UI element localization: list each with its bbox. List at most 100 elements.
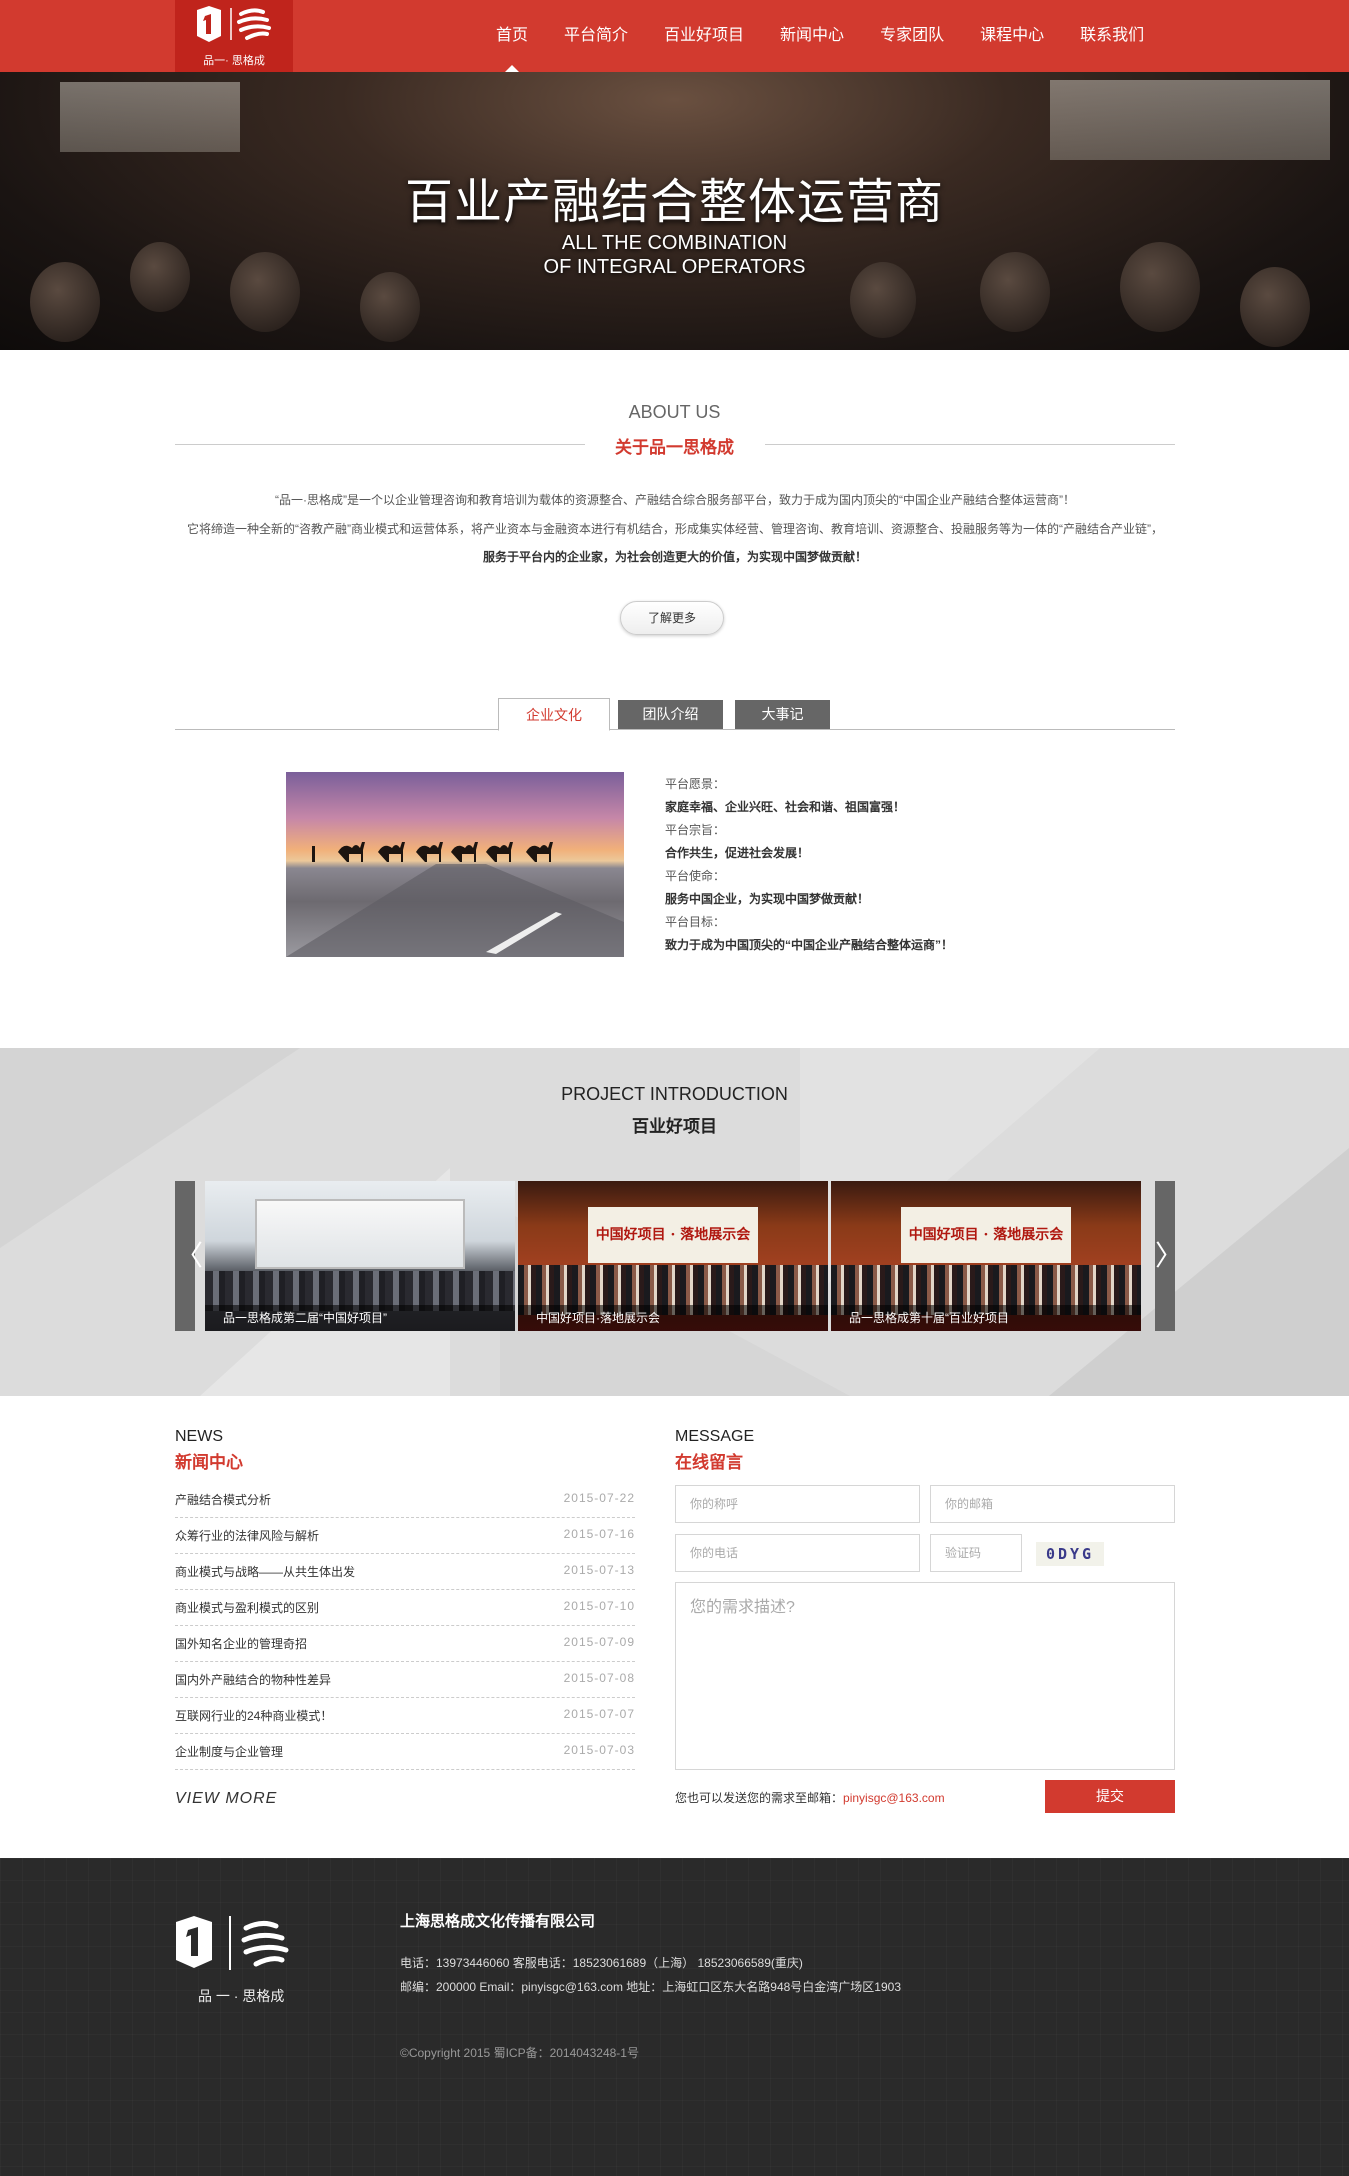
footer-logo-icon <box>176 1916 289 1970</box>
message-title-en: MESSAGE <box>675 1428 755 1445</box>
project-screen <box>255 1199 465 1269</box>
culture-label: 平台宗旨： <box>665 823 726 837</box>
learn-more-button[interactable]: 了解更多 <box>620 601 724 635</box>
nav-item-1[interactable]: 平台简介 <box>546 0 646 72</box>
news-item[interactable]: 国内外产融结合的物种性差异 2015-07-08 <box>175 1662 635 1698</box>
news-title-cn: 新闻中心 <box>175 1453 243 1472</box>
news-item-title[interactable]: 企业制度与企业管理 <box>175 1743 283 1760</box>
project-card[interactable]: 品一思格成第二届“中国好项目” <box>205 1181 515 1331</box>
news-item[interactable]: 企业制度与企业管理 2015-07-03 <box>175 1734 635 1770</box>
projects-title-cn: 百业好项目 <box>632 1117 717 1136</box>
tabs-baseline <box>175 729 1175 730</box>
nav-item-0[interactable]: 首页 <box>478 0 546 72</box>
hero-banner: 百业产融结合整体运营商 ALL THE COMBINATION OF INTEG… <box>0 72 1349 350</box>
banner-attendee <box>360 272 420 342</box>
carousel-next-button[interactable]: 〉 <box>1155 1181 1183 1331</box>
banner-subtitle-2: OF INTEGRAL OPERATORS <box>543 256 806 278</box>
news-item-date: 2015-07-08 <box>563 1671 635 1685</box>
nav-item-2[interactable]: 百业好项目 <box>646 0 762 72</box>
logo-mark-icon <box>197 6 271 42</box>
about-line-3: 服务于平台内的企业家，为社会创造更大的价值，为实现中国梦做贡献！ <box>482 550 867 564</box>
news-title-en: NEWS <box>175 1428 223 1445</box>
news-item-date: 2015-07-22 <box>563 1491 635 1505</box>
project-caption: 品一思格成第十届“百业好项目 <box>831 1305 1141 1331</box>
nav-item-3[interactable]: 新闻中心 <box>762 0 862 72</box>
project-card[interactable]: 中国好项目 · 落地展示会 中国好项目·落地展示会 <box>518 1181 828 1331</box>
name-field[interactable]: 你的称呼 <box>675 1485 920 1523</box>
news-item[interactable]: 产融结合模式分析 2015-07-22 <box>175 1482 635 1518</box>
nav-item-5[interactable]: 课程中心 <box>962 0 1062 72</box>
footer-contact-1: 电话：13973446060 客服电话：18523061689（上海） 1852… <box>400 1956 803 1970</box>
culture-label: 平台愿景： <box>665 777 726 791</box>
about-line-2: 它将缔造一种全新的“咨教产融”商业模式和运营体系，将产业资本与金融资本进行有机结… <box>187 522 1163 536</box>
footer-logo-text: 品 一 · 思格成 <box>198 1988 285 2004</box>
main-nav: 首页 平台简介 百业好项目 新闻中心 专家团队 课程中心 联系我们 <box>478 0 1162 72</box>
culture-value: 合作共生，促进社会发展！ <box>665 846 810 860</box>
nav-item-6[interactable]: 联系我们 <box>1062 0 1162 72</box>
news-item-title[interactable]: 国内外产融结合的物种性差异 <box>175 1671 331 1688</box>
banner-attendee <box>1240 267 1310 347</box>
culture-value: 服务中国企业，为实现中国梦做贡献！ <box>665 892 870 906</box>
carousel-prev-button[interactable]: 〈 <box>175 1181 203 1331</box>
site-footer: 品 一 · 思格成 上海思格成文化传播有限公司 电话：13973446060 客… <box>0 1858 1349 2176</box>
banner-subtitle-1: ALL THE COMBINATION <box>561 232 788 254</box>
culture-image <box>286 772 624 957</box>
tab-0[interactable]: 企业文化 <box>498 698 610 731</box>
chevron-left-icon: 〈 <box>175 1240 204 1271</box>
news-item[interactable]: 商业模式与盈利模式的区别 2015-07-10 <box>175 1590 635 1626</box>
captcha-image[interactable]: 0DYG <box>1036 1542 1104 1566</box>
news-item[interactable]: 国外知名企业的管理奇招 2015-07-09 <box>175 1626 635 1662</box>
nav-item-4[interactable]: 专家团队 <box>862 0 962 72</box>
description-textarea[interactable]: 您的需求描述? <box>675 1582 1175 1770</box>
news-item-date: 2015-07-09 <box>563 1635 635 1649</box>
footer-contact-2: 邮编：200000 Email：pinyisgc@163.com 地址：上海虹口… <box>400 1980 901 1994</box>
email-field[interactable]: 你的邮箱 <box>930 1485 1175 1523</box>
tab-2[interactable]: 大事记 <box>735 700 830 729</box>
culture-value: 致力于成为中国顶尖的“中国企业产融结合整体运商”！ <box>665 938 954 952</box>
news-item-title[interactable]: 众筹行业的法律风险与解析 <box>175 1527 319 1544</box>
message-title-cn: 在线留言 <box>675 1453 743 1472</box>
mail-address[interactable]: pinyisgc@163.com <box>843 1791 945 1805</box>
news-item-date: 2015-07-10 <box>563 1599 635 1613</box>
banner-screen-left <box>60 82 240 152</box>
phone-field[interactable]: 你的电话 <box>675 1534 920 1572</box>
project-banner-text: 中国好项目 · 落地展示会 <box>588 1207 758 1263</box>
project-card[interactable]: 中国好项目 · 落地展示会 品一思格成第十届“百业好项目 <box>831 1181 1141 1331</box>
culture-label: 平台目标： <box>665 915 726 929</box>
news-item-date: 2015-07-13 <box>563 1563 635 1577</box>
news-item[interactable]: 互联网行业的24种商业模式！ 2015-07-07 <box>175 1698 635 1734</box>
news-item-date: 2015-07-16 <box>563 1527 635 1541</box>
news-item-title[interactable]: 商业模式与盈利模式的区别 <box>175 1599 319 1616</box>
news-item-date: 2015-07-07 <box>563 1707 635 1721</box>
about-title-en: ABOUT US <box>628 402 721 422</box>
news-item-title[interactable]: 产融结合模式分析 <box>175 1491 271 1508</box>
chevron-right-icon: 〉 <box>1155 1240 1184 1271</box>
view-more-link[interactable]: VIEW MORE <box>175 1790 277 1808</box>
news-item[interactable]: 商业模式与战略——从共生体出发 2015-07-13 <box>175 1554 635 1590</box>
tab-1[interactable]: 团队介绍 <box>618 700 723 729</box>
news-item-title[interactable]: 国外知名企业的管理奇招 <box>175 1635 307 1652</box>
site-header: 品一· 思格成 首页 平台简介 百业好项目 新闻中心 专家团队 课程中心 联系我们 <box>0 0 1349 72</box>
site-logo[interactable]: 品一· 思格成 <box>175 0 293 72</box>
captcha-field[interactable]: 验证码 <box>930 1534 1022 1572</box>
project-banner-text: 中国好项目 · 落地展示会 <box>901 1207 1071 1263</box>
news-item[interactable]: 众筹行业的法律风险与解析 2015-07-16 <box>175 1518 635 1554</box>
submit-button[interactable]: 提交 <box>1045 1780 1175 1813</box>
banner-screen-right <box>1050 80 1330 160</box>
culture-label: 平台使命： <box>665 869 726 883</box>
camel-caravan-icon <box>286 842 624 957</box>
mail-note: 您也可以发送您的需求至邮箱：pinyisgc@163.com <box>675 1789 945 1806</box>
projects-title-en: PROJECT INTRODUCTION <box>561 1084 788 1104</box>
footer-copyright: ©Copyright 2015 蜀ICP备：2014043248-1号 <box>400 2046 639 2060</box>
about-title-cn: 关于品一思格成 <box>615 438 734 457</box>
footer-company: 上海思格成文化传播有限公司 <box>400 1913 596 1930</box>
mail-note-text: 您也可以发送您的需求至邮箱： <box>675 1791 844 1805</box>
logo-text: 品一· 思格成 <box>203 55 265 67</box>
project-caption: 中国好项目·落地展示会 <box>518 1305 828 1331</box>
banner-title: 百业产融结合整体运营商 <box>404 176 944 229</box>
about-line-1: “品一·思格成”是一个以企业管理咨询和教育培训为载体的资源整合、产融结合综合服务… <box>275 493 1075 507</box>
news-item-title[interactable]: 互联网行业的24种商业模式！ <box>175 1707 332 1724</box>
news-item-date: 2015-07-03 <box>563 1743 635 1757</box>
news-item-title[interactable]: 商业模式与战略——从共生体出发 <box>175 1563 355 1580</box>
culture-value: 家庭幸福、企业兴旺、社会和谐、祖国富强！ <box>665 800 906 814</box>
